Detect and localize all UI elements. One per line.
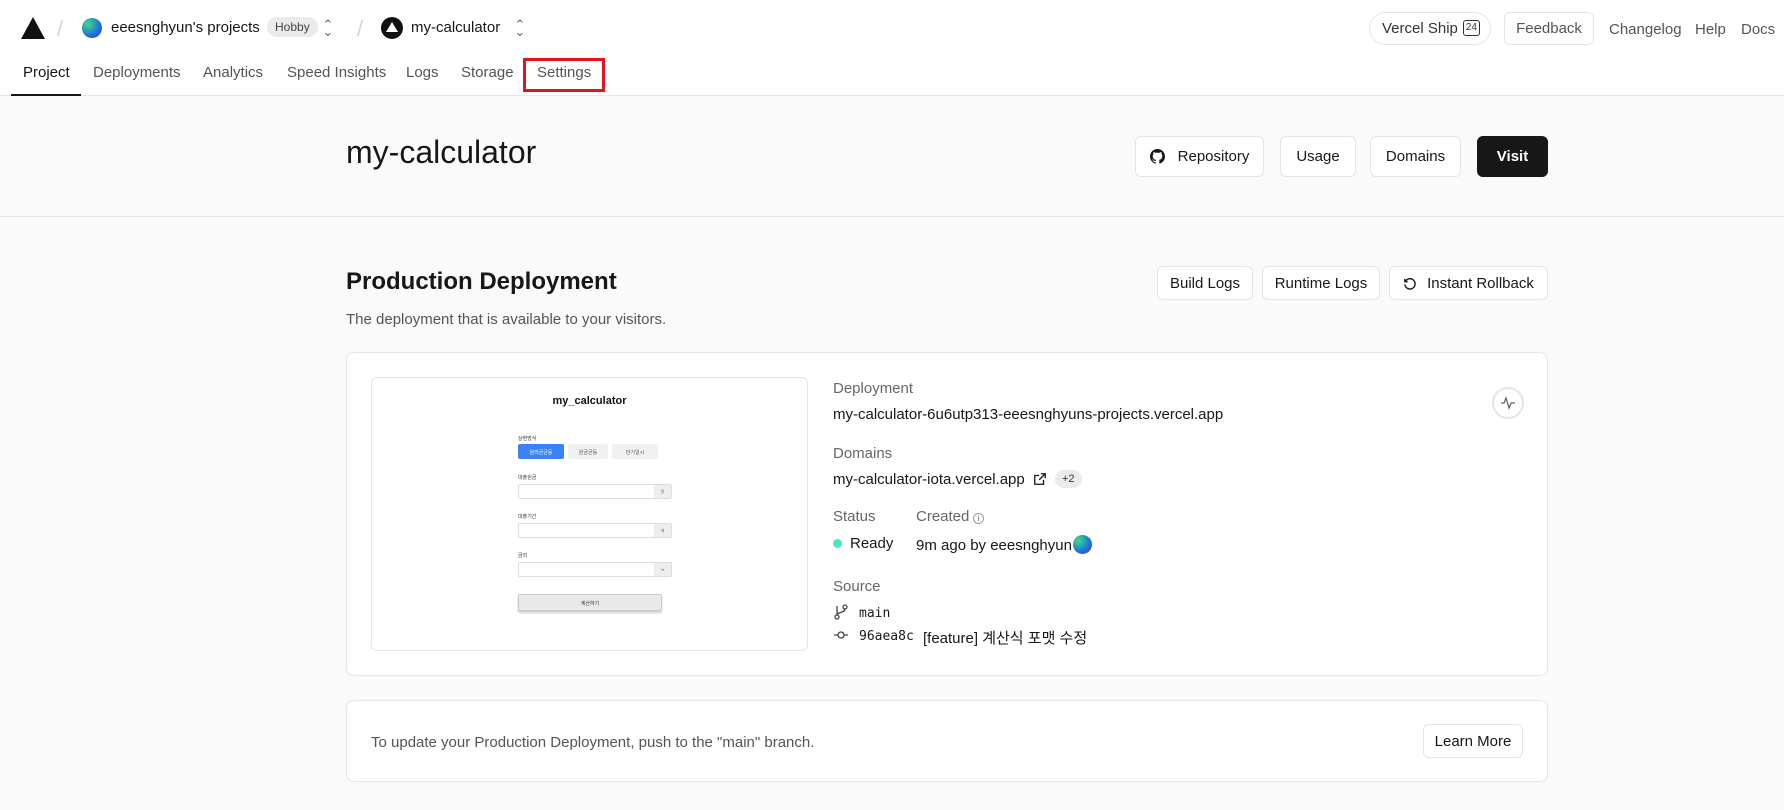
production-deployment-subtitle: The deployment that is available to your…: [346, 311, 667, 328]
top-navigation: / eeesnghyun's projects Hobby ⌃ ⌄ / my-ca…: [0, 0, 1784, 96]
deployment-card: my_calculator 상환방식 원리금균등 원금균등 만기일시 대출원금 …: [346, 352, 1548, 676]
preview-button: 계산하기: [518, 594, 662, 611]
preview-unit: 개: [654, 524, 671, 537]
preview-option: 만기일시: [612, 444, 658, 459]
commit-message: [feature] 계산식 포맷 수정: [923, 630, 1088, 647]
learn-more-button[interactable]: Learn More: [1423, 724, 1523, 758]
breadcrumb-separator: /: [57, 16, 64, 41]
page-title: my-calculator: [346, 134, 537, 170]
domain-link[interactable]: my-calculator-iota.vercel.app: [833, 471, 1025, 488]
created-value: 9m ago by eeesnghyun: [916, 537, 1072, 554]
preview-label: 금리: [518, 553, 528, 559]
changelog-link[interactable]: Changelog: [1609, 21, 1682, 38]
feedback-button[interactable]: Feedback: [1504, 12, 1594, 45]
vercel-logo-icon[interactable]: [20, 16, 46, 40]
preview-unit: %: [654, 563, 671, 576]
commit-hash[interactable]: 96aea8c: [859, 629, 914, 644]
git-commit-icon: [834, 631, 848, 639]
team-switcher-chevron-icon[interactable]: ⌃ ⌄: [322, 18, 334, 38]
instant-rollback-label: Instant Rollback: [1427, 275, 1534, 292]
vercel-ship-button[interactable]: Vercel Ship 24: [1369, 12, 1491, 45]
update-info-card: To update your Production Deployment, pu…: [346, 700, 1548, 782]
project-name[interactable]: my-calculator: [411, 19, 500, 36]
preview-unit: 원: [654, 485, 671, 498]
usage-button[interactable]: Usage: [1280, 136, 1356, 177]
branch-name[interactable]: main: [859, 606, 890, 621]
preview-label: 대출기간: [518, 514, 537, 520]
github-icon: [1150, 149, 1165, 164]
breadcrumb-separator: /: [357, 16, 364, 41]
user-avatar[interactable]: [1073, 535, 1092, 554]
tab-project[interactable]: Project: [23, 64, 70, 81]
tab-logs[interactable]: Logs: [406, 64, 439, 81]
domains-button[interactable]: Domains: [1370, 136, 1461, 177]
ready-status-dot: [833, 539, 842, 548]
git-branch-icon: [834, 604, 848, 620]
docs-link[interactable]: Docs: [1741, 21, 1775, 38]
domains-label: Domains: [833, 445, 893, 462]
visit-button[interactable]: Visit: [1477, 136, 1548, 177]
created-label: Created: [916, 508, 970, 525]
preview-label: 상환방식: [518, 436, 537, 442]
tab-storage[interactable]: Storage: [461, 64, 514, 81]
info-icon[interactable]: i: [973, 513, 984, 524]
help-link[interactable]: Help: [1695, 21, 1726, 38]
calendar-icon: 24: [1462, 20, 1480, 36]
production-deployment-title: Production Deployment: [346, 268, 617, 295]
plan-badge: Hobby: [267, 17, 318, 37]
instant-rollback-button[interactable]: Instant Rollback: [1389, 266, 1548, 300]
update-info-text: To update your Production Deployment, pu…: [371, 734, 815, 751]
deployment-label: Deployment: [833, 380, 914, 397]
runtime-logs-button[interactable]: Runtime Logs: [1262, 266, 1380, 300]
tab-analytics[interactable]: Analytics: [203, 64, 263, 81]
source-label: Source: [833, 578, 881, 595]
team-avatar[interactable]: [82, 18, 102, 38]
preview-input: 개: [518, 523, 672, 538]
project-logo-icon[interactable]: [381, 17, 403, 39]
settings-tab-highlight: [523, 58, 605, 92]
project-switcher-chevron-icon[interactable]: ⌃ ⌄: [514, 18, 526, 38]
deployment-preview[interactable]: my_calculator 상환방식 원리금균등 원금균등 만기일시 대출원금 …: [371, 377, 808, 651]
build-logs-button[interactable]: Build Logs: [1157, 266, 1253, 300]
extra-domains-badge[interactable]: +2: [1055, 470, 1082, 488]
repository-label: Repository: [1177, 148, 1250, 165]
vercel-ship-label: Vercel Ship: [1382, 20, 1458, 37]
deployment-url-link[interactable]: my-calculator-6u6utp313-eeesnghyuns-proj…: [833, 406, 1223, 423]
preview-label: 대출원금: [518, 475, 537, 481]
repository-button[interactable]: Repository: [1135, 136, 1264, 177]
external-link-icon[interactable]: [1033, 472, 1047, 486]
team-name[interactable]: eeesnghyun's projects: [111, 19, 260, 36]
tab-speed-insights[interactable]: Speed Insights: [287, 64, 386, 81]
status-value: Ready: [850, 535, 894, 552]
activity-icon[interactable]: [1492, 387, 1524, 419]
tab-deployments[interactable]: Deployments: [93, 64, 181, 81]
preview-input: 원: [518, 484, 672, 499]
status-label: Status: [833, 508, 876, 525]
preview-title: my_calculator: [552, 395, 627, 407]
project-header: my-calculator Repository Usage Domains V…: [0, 96, 1784, 217]
preview-option: 원금균등: [568, 444, 608, 459]
preview-option: 원리금균등: [518, 444, 564, 459]
preview-input: %: [518, 562, 672, 577]
rollback-icon: [1404, 277, 1416, 290]
